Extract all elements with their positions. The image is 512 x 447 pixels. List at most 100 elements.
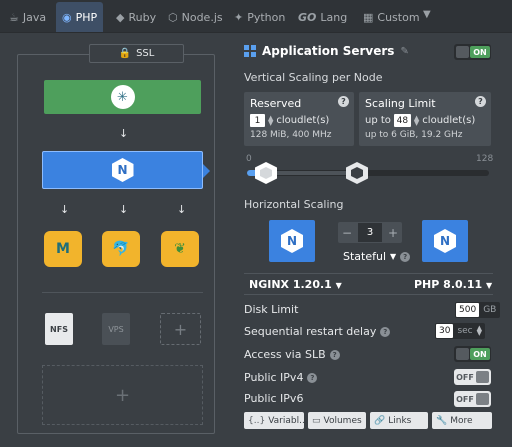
mongodb-db-node[interactable]: ❦ bbox=[161, 231, 199, 267]
leaf-icon: ❦ bbox=[174, 241, 186, 257]
arrow-down-icon: ↓ bbox=[119, 127, 129, 140]
chevron-down-icon: ▼ bbox=[485, 281, 493, 290]
balancer-version-select[interactable]: NGINX 1.20.1 ▼ bbox=[249, 278, 342, 291]
mysql-db-node[interactable]: 🐬 bbox=[102, 231, 140, 267]
toggle-state: OFF bbox=[456, 394, 474, 404]
load-balancer-node[interactable]: ✳ bbox=[44, 80, 201, 114]
tab-php[interactable]: ◉ PHP bbox=[56, 2, 104, 32]
slb-row: Access via SLB ? bbox=[244, 348, 340, 361]
limit-unit: cloudlet(s) bbox=[422, 115, 476, 126]
vps-node[interactable]: VPS bbox=[102, 313, 130, 345]
add-extra-node-button[interactable]: + bbox=[160, 313, 201, 345]
scaling-mode-label: Stateful bbox=[343, 250, 387, 263]
tab-java[interactable]: ☕ Java bbox=[6, 2, 49, 32]
volumes-button[interactable]: ▭ Volumes bbox=[308, 412, 366, 429]
help-icon[interactable]: ? bbox=[338, 96, 349, 107]
variables-label: Variabl... bbox=[268, 415, 308, 426]
ipv4-label: Public IPv4 bbox=[244, 371, 304, 384]
more-button[interactable]: 🔧 More bbox=[432, 412, 492, 429]
limit-slider-handle[interactable] bbox=[346, 162, 368, 184]
arrow-down-icon: ↓ bbox=[119, 203, 129, 216]
mariadb-db-node[interactable]: M bbox=[44, 231, 82, 267]
node-preview-right: N bbox=[422, 220, 468, 262]
help-icon[interactable]: ? bbox=[329, 349, 340, 360]
help-icon[interactable]: ? bbox=[307, 372, 318, 383]
reserved-slider-handle[interactable] bbox=[255, 162, 277, 184]
ipv4-row: Public IPv4 ? bbox=[244, 371, 318, 384]
dolphin-icon: 🐬 bbox=[112, 241, 130, 257]
config-panel: Application Servers ✎ ON Vertical Scalin… bbox=[244, 0, 504, 447]
reserved-title: Reserved bbox=[250, 97, 302, 110]
app-version-select[interactable]: PHP 8.0.11 ▼ bbox=[414, 278, 492, 291]
version-bar: NGINX 1.20.1 ▼ PHP 8.0.11 ▼ bbox=[244, 273, 493, 295]
toggle-state: OFF bbox=[456, 372, 474, 382]
tab-ruby[interactable]: ◆ Ruby bbox=[113, 2, 159, 32]
spinner-arrows-icon[interactable]: ▲ ▼ bbox=[414, 114, 419, 126]
disk-limit-field[interactable]: 500 GB bbox=[455, 302, 501, 318]
toggle-knob bbox=[456, 46, 469, 58]
tab-label: PHP bbox=[75, 10, 98, 24]
spinner-arrows-icon[interactable]: ▲ ▼ bbox=[477, 325, 485, 337]
restart-delay-field[interactable]: 30 sec ▲ ▼ bbox=[435, 323, 486, 339]
slider-max-label: 128 bbox=[476, 154, 494, 164]
scaling-mode-select[interactable]: Stateful ▼ ? bbox=[343, 250, 411, 263]
selected-node-pointer bbox=[203, 164, 210, 178]
plus-icon: + bbox=[173, 319, 188, 339]
edit-pencil-icon[interactable]: ✎ bbox=[400, 46, 408, 57]
links-button[interactable]: 🔗 Links bbox=[370, 412, 428, 429]
lock-icon: 🔒 bbox=[118, 48, 132, 59]
ipv6-label: Public IPv6 bbox=[244, 392, 304, 405]
disk-limit-label: Disk Limit bbox=[244, 303, 299, 316]
ssl-toggle[interactable]: 🔒 SSL bbox=[89, 44, 184, 63]
slb-label: Access via SLB bbox=[244, 348, 326, 361]
limit-detail: up to 6 GiB, 19.2 GHz bbox=[365, 130, 463, 140]
restart-delay-unit: sec bbox=[457, 326, 473, 336]
limit-title: Scaling Limit bbox=[365, 97, 436, 110]
section-title: Application Servers ✎ bbox=[244, 44, 409, 58]
plus-button[interactable]: + bbox=[388, 226, 398, 240]
add-layer-button[interactable]: + bbox=[42, 365, 203, 425]
help-icon[interactable]: ? bbox=[380, 326, 391, 337]
hex-handle-icon bbox=[260, 167, 272, 179]
ipv6-toggle[interactable]: OFF bbox=[454, 391, 491, 407]
node-count-stepper[interactable]: − 3 + bbox=[338, 222, 402, 243]
restart-delay-row: Sequential restart delay ? bbox=[244, 325, 391, 338]
help-icon[interactable]: ? bbox=[400, 251, 411, 262]
limit-input[interactable]: 48 bbox=[393, 114, 411, 127]
arrow-down-icon: ↓ bbox=[177, 203, 187, 216]
nfs-storage-node[interactable]: NFS bbox=[45, 313, 73, 345]
horizontal-scaling-label: Horizontal Scaling bbox=[244, 198, 344, 211]
reserved-input[interactable]: 1 bbox=[250, 114, 265, 127]
page-title: Application Servers bbox=[262, 44, 395, 58]
nfs-label: NFS bbox=[50, 324, 68, 334]
node-count-value[interactable]: 3 bbox=[358, 223, 382, 242]
tab-label: Java bbox=[22, 10, 47, 24]
layer-enabled-toggle[interactable]: ON bbox=[454, 44, 491, 60]
links-label: Links bbox=[388, 415, 412, 426]
minus-button[interactable]: − bbox=[342, 226, 352, 240]
wrench-icon: 🔧 bbox=[436, 415, 448, 426]
php-icon: ◉ bbox=[62, 10, 72, 24]
toggle-knob bbox=[456, 348, 469, 360]
toggle-state: ON bbox=[470, 348, 490, 360]
app-servers-icon bbox=[244, 45, 256, 57]
tab-nodejs[interactable]: ⬡ Node.js bbox=[165, 2, 226, 32]
folder-icon: ▭ bbox=[312, 415, 321, 426]
node-preview-left: N bbox=[269, 220, 315, 262]
arrow-down-icon: ↓ bbox=[60, 203, 70, 216]
nginx-icon: N bbox=[281, 229, 303, 253]
slb-toggle[interactable]: ON bbox=[454, 346, 491, 362]
tab-label: Node.js bbox=[181, 10, 223, 24]
ipv4-toggle[interactable]: OFF bbox=[454, 369, 491, 385]
spinner-arrows-icon[interactable]: ▲ ▼ bbox=[268, 114, 273, 126]
toggle-knob bbox=[476, 393, 489, 405]
nginx-app-node[interactable]: N bbox=[42, 151, 203, 189]
python-icon: ✦ bbox=[234, 10, 244, 24]
help-icon[interactable]: ? bbox=[475, 96, 486, 107]
slider-min-label: 0 bbox=[246, 154, 252, 164]
chevron-down-icon: ▼ bbox=[390, 252, 397, 261]
braces-icon: {..} bbox=[248, 415, 266, 426]
variables-button[interactable]: {..} Variabl... bbox=[244, 412, 308, 429]
scaling-range-fill bbox=[268, 171, 358, 175]
vps-label: VPS bbox=[108, 324, 124, 334]
